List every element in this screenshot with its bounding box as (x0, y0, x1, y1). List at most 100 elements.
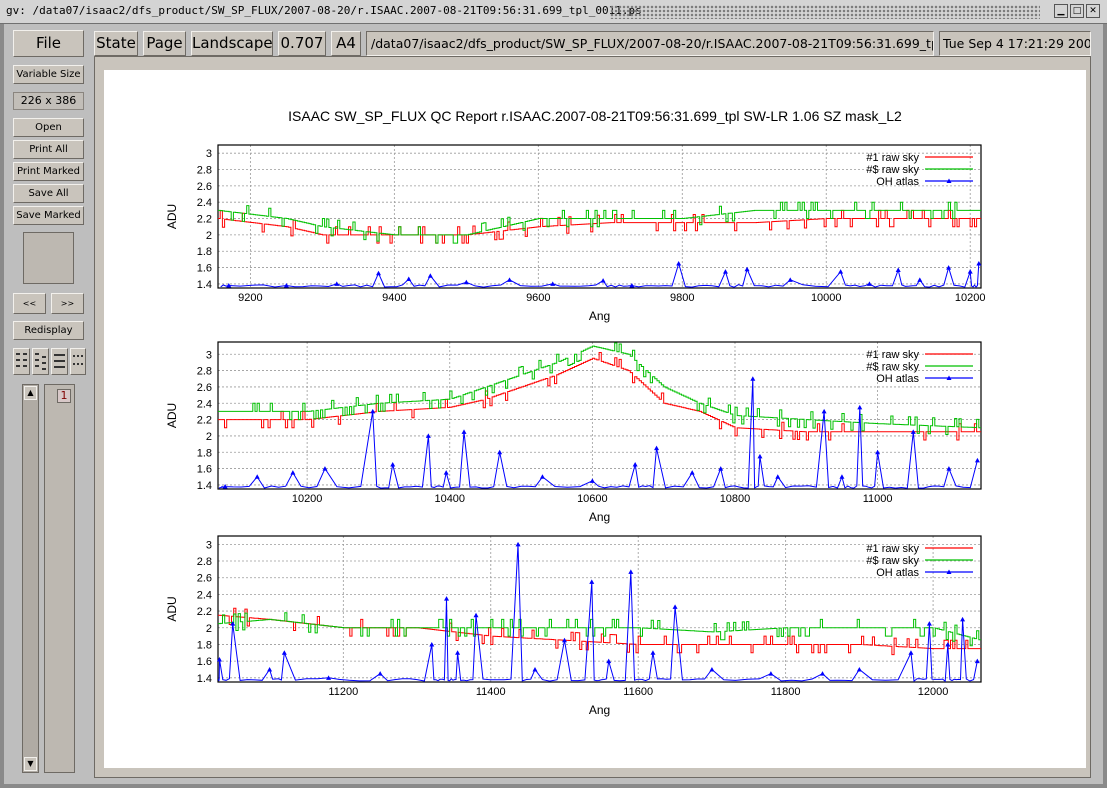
page-list-scrollbar[interactable]: ▲ ▼ (22, 384, 39, 773)
close-icon[interactable]: ✕ (1086, 4, 1100, 18)
chart-1-ytick-label: 2.2 (197, 214, 212, 226)
chart-2-oh-point (750, 376, 756, 381)
chart-1-xtick-label: 9600 (526, 292, 550, 304)
media-button[interactable]: A4 (331, 31, 361, 56)
page-dimensions: 226 x 386 (13, 92, 84, 110)
chart-3-ylabel: ADU (165, 596, 179, 621)
chart-2-ytick-label: 2.2 (197, 415, 212, 427)
maximize-icon[interactable]: □ (1070, 4, 1084, 18)
window-titlebar[interactable]: gv: /data07/isaac2/dfs_product/SW_SP_FLU… (0, 0, 1107, 24)
chart-2-oh-point (757, 453, 763, 459)
chart-3-ytick-label: 1.8 (197, 639, 212, 651)
chart-3-ytick-label: 2.2 (197, 606, 212, 618)
open-button[interactable]: Open (13, 118, 84, 137)
chart-2-oh-point (290, 470, 296, 475)
chart-3-oh-point (589, 579, 595, 584)
save-marked-button[interactable]: Save Marked (13, 206, 84, 225)
chart-1-oh-point (600, 278, 606, 283)
chart-2-xtick-label: 11000 (863, 493, 893, 505)
chart-3-oh-point (768, 671, 774, 676)
chart-2-oh-point (839, 474, 845, 479)
scroll-up-icon[interactable]: ▲ (24, 386, 37, 400)
scale-button[interactable]: 0.707 (278, 31, 326, 56)
chart-1-oh-point (406, 276, 412, 282)
chart-1-oh-point (676, 260, 682, 266)
chart-3-oh-point (532, 666, 538, 672)
orientation-button[interactable]: Landscape (191, 31, 273, 56)
page-list[interactable]: 1 (44, 384, 75, 773)
chart-2-xtick-label: 10200 (292, 493, 323, 505)
chart-1-xtick-label: 9200 (238, 292, 262, 304)
chart-3-ytick-label: 2.8 (197, 556, 212, 568)
page-list-item[interactable]: 1 (57, 389, 71, 403)
chart-2-oh-point (689, 470, 695, 475)
chart-2-oh-point (539, 474, 545, 479)
chart-1-xtick-label: 9800 (670, 292, 694, 304)
scroll-down-icon[interactable]: ▼ (24, 757, 37, 771)
chart-3-oh-point (473, 612, 479, 618)
chart-2-oh-point (254, 474, 260, 479)
chart-3-xtick-label: 11400 (476, 686, 506, 698)
chart-3-xtick-label: 11800 (771, 686, 801, 698)
chart-1-oh-point (722, 269, 728, 274)
chart-2-oh-point (497, 449, 503, 455)
chart-2-oh-point (370, 408, 376, 414)
chart-3-ytick-label: 1.4 (197, 673, 212, 685)
chart-3-oh-point (281, 650, 287, 655)
chart-2-oh-point (654, 445, 660, 451)
chart-2-ytick-label: 1.6 (197, 464, 212, 476)
chart-3-oh-point (650, 650, 656, 655)
chart-3-oh-point (230, 621, 236, 626)
chart-1-oh-point (427, 273, 433, 278)
chart-3-xtick-label: 11600 (623, 686, 653, 698)
clear-marks-icon[interactable] (70, 348, 86, 375)
chart-1-ytick-label: 2 (206, 230, 212, 242)
chart-1-oh-point (838, 269, 844, 274)
print-all-button[interactable]: Print All (13, 140, 84, 159)
state-menu-button[interactable]: State (94, 31, 138, 56)
chart-3-ytick-label: 2 (206, 623, 212, 635)
chart-3-oh-point (628, 569, 634, 574)
chart-1-xtick-label: 10200 (955, 292, 986, 304)
date-field: Tue Sep 4 17:21:29 2007 (939, 31, 1091, 56)
chart-1-legend-label: #$ raw sky (866, 164, 919, 176)
chart-1-series-raw-s (218, 201, 981, 244)
next-page-button[interactable]: >> (51, 293, 84, 314)
chart-2-oh-point (461, 429, 467, 434)
page-preview-panner[interactable] (23, 232, 74, 284)
variable-size-button[interactable]: Variable Size (13, 65, 84, 84)
print-marked-button[interactable]: Print Marked (13, 162, 84, 181)
chart-2-oh-point (821, 408, 827, 414)
mark-even-icon[interactable] (32, 348, 49, 375)
file-menu-button[interactable]: File (13, 30, 84, 57)
chart-2-ytick-label: 3 (206, 349, 212, 361)
chart-2-ytick-label: 2.8 (197, 366, 212, 378)
chart-3-xtick-label: 12000 (918, 686, 949, 698)
chart-2-legend-label: #1 raw sky (866, 349, 919, 361)
redisplay-button[interactable]: Redisplay (13, 321, 84, 340)
chart-3-oh-point (672, 604, 678, 609)
page-menu-button[interactable]: Page (143, 31, 186, 56)
chart-2-oh-point (443, 470, 449, 475)
save-all-button[interactable]: Save All (13, 184, 84, 203)
mark-odd-icon[interactable] (13, 348, 30, 375)
chart-3-series-raw-s (218, 612, 981, 647)
chart-1-oh-point (507, 277, 513, 282)
chart-2-xtick-label: 10800 (720, 493, 751, 505)
prev-page-button[interactable]: << (13, 293, 46, 314)
chart-2-oh-point (390, 462, 396, 467)
chart-3-ytick-label: 2.6 (197, 573, 212, 585)
chart-3-ytick-label: 2.4 (197, 589, 212, 601)
chart-3-oh-point (960, 616, 966, 622)
chart-2-oh-point (589, 478, 595, 483)
minimize-icon[interactable]: ▁ (1054, 4, 1068, 18)
chart-2-ytick-label: 2.4 (197, 398, 212, 410)
chart-2-legend-label: OH atlas (876, 373, 919, 385)
chart-2-oh-point (974, 457, 980, 463)
toggle-marks-icon[interactable] (51, 348, 68, 375)
chart-1-oh-point (967, 269, 973, 274)
chart-1-oh-point (744, 266, 750, 272)
chart-3-ytick-label: 3 (206, 539, 212, 551)
titlebar-grip[interactable] (610, 5, 1040, 19)
chart-2-oh-point (775, 474, 781, 479)
